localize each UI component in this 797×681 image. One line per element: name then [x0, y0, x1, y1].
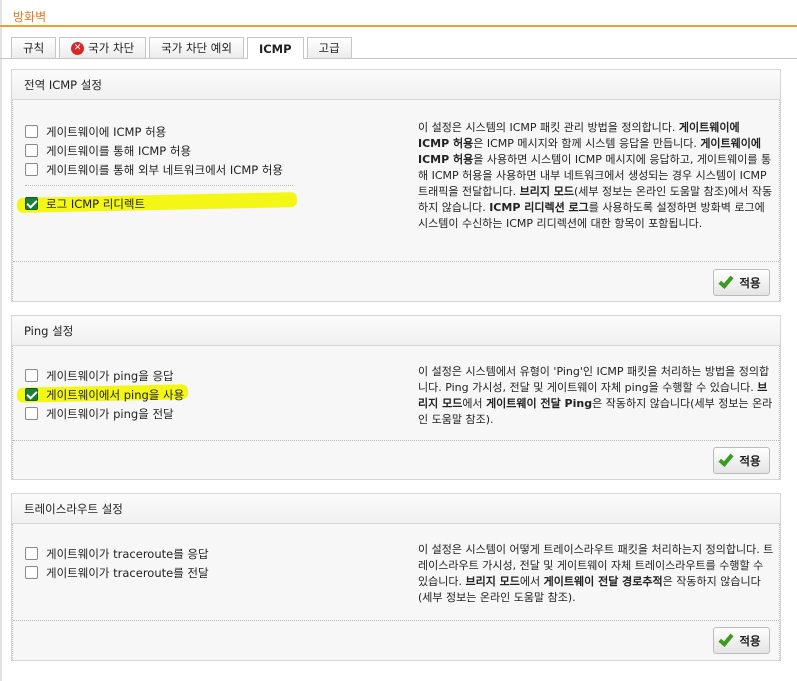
allow-icmp-through-gateway-option[interactable]: 게이트웨이를 통해 ICMP 허용: [25, 141, 293, 160]
traceroute-section: 트레이스라우트 설정 게이트웨이가 traceroute를 응답 게이트웨이가 …: [11, 493, 781, 661]
desc-bold: 게이트웨이 전달 Ping: [486, 397, 593, 410]
option-label: 게이트웨이를 통해 ICMP 허용: [46, 143, 192, 158]
option-label: 게이트웨이가 ping을 전달: [46, 406, 174, 421]
desc-text: 에서: [519, 575, 544, 588]
tab-label: 고급: [318, 41, 340, 55]
gateway-uses-ping-checkbox[interactable]: [25, 388, 38, 401]
icmp-options: 게이트웨이에 ICMP 허용 게이트웨이를 통해 ICMP 허용 게이트웨이를 …: [25, 122, 293, 213]
section-description: 이 설정은 시스템이 어떻게 트레이스라우트 패킷을 처리하는지 정의합니다. …: [418, 542, 774, 606]
body-divider: [13, 440, 779, 441]
apply-button[interactable]: 적용: [713, 627, 770, 654]
gateway-replies-ping-option[interactable]: 게이트웨이가 ping을 응답: [25, 366, 184, 385]
gateway-forwards-traceroute-checkbox[interactable]: [25, 566, 38, 579]
apply-label: 적용: [739, 275, 761, 290]
option-label: 게이트웨이를 통해 외부 네트워크에서 ICMP 허용: [46, 162, 283, 177]
desc-text: 에서: [462, 397, 487, 410]
gateway-uses-ping-option[interactable]: 게이트웨이에서 ping을 사용: [25, 385, 184, 404]
log-icmp-redirects-checkbox[interactable]: [25, 197, 38, 210]
desc-bold: 브리지 모드: [519, 185, 575, 198]
allow-icmp-from-external-checkbox[interactable]: [25, 163, 38, 176]
gateway-forwards-traceroute-option[interactable]: 게이트웨이가 traceroute를 전달: [25, 563, 209, 582]
desc-text: 이 설정은 시스템에서 유형이 'Ping'인 ICMP 패킷을 처리하는 방법…: [418, 365, 770, 394]
option-label: 게이트웨이가 ping을 응답: [46, 368, 174, 383]
log-icmp-redirects-option[interactable]: 로그 ICMP 리디렉트: [25, 194, 293, 213]
tab-country-block-exceptions[interactable]: 국가 차단 예외: [149, 37, 244, 58]
section-title: Ping 설정: [12, 316, 780, 346]
desc-text: 은 ICMP 메시지와 함께 시스템 응답을 만듭니다.: [473, 137, 701, 150]
checkmark-icon: [718, 630, 734, 647]
desc-text: 이 설정은 시스템의 ICMP 패킷 관리 방법을 정의합니다.: [418, 121, 679, 134]
checkmark-icon: [718, 272, 734, 289]
section-body: 게이트웨이에 ICMP 허용 게이트웨이를 통해 ICMP 허용 게이트웨이를 …: [12, 100, 780, 301]
left-border: [0, 0, 2, 681]
tab-bar: 규칙 ✕ 국가 차단 국가 차단 예외 ICMP 고급: [11, 37, 355, 59]
desc-bold: 게이트웨이 전달 경로추적: [543, 575, 663, 588]
allow-icmp-to-gateway-checkbox[interactable]: [25, 125, 38, 138]
option-label: 게이트웨이에서 ping을 사용: [46, 387, 185, 402]
gateway-forwards-ping-option[interactable]: 게이트웨이가 ping을 전달: [25, 404, 184, 423]
page-title: 방화벽: [13, 10, 47, 24]
tab-label: 국가 차단: [88, 41, 135, 55]
apply-label: 적용: [739, 633, 761, 648]
tab-advanced[interactable]: 고급: [306, 37, 352, 58]
ping-section: Ping 설정 게이트웨이가 ping을 응답 게이트웨이에서 ping을 사용…: [11, 315, 781, 480]
allow-icmp-from-external-option[interactable]: 게이트웨이를 통해 외부 네트워크에서 ICMP 허용: [25, 160, 293, 179]
tab-bar-divider: [0, 58, 797, 59]
body-divider: [13, 620, 779, 621]
section-description: 이 설정은 시스템에서 유형이 'Ping'인 ICMP 패킷을 처리하는 방법…: [418, 364, 774, 428]
ping-options: 게이트웨이가 ping을 응답 게이트웨이에서 ping을 사용 게이트웨이가 …: [25, 366, 184, 423]
traceroute-options: 게이트웨이가 traceroute를 응답 게이트웨이가 traceroute를…: [25, 544, 209, 582]
allow-icmp-through-gateway-checkbox[interactable]: [25, 144, 38, 157]
error-x-icon: ✕: [71, 41, 85, 55]
section-body: 게이트웨이가 ping을 응답 게이트웨이에서 ping을 사용 게이트웨이가 …: [12, 346, 780, 479]
section-body: 게이트웨이가 traceroute를 응답 게이트웨이가 traceroute를…: [12, 524, 780, 660]
tab-label: 국가 차단 예외: [161, 41, 232, 55]
gateway-replies-traceroute-option[interactable]: 게이트웨이가 traceroute를 응답: [25, 544, 209, 563]
global-icmp-section: 전역 ICMP 설정 게이트웨이에 ICMP 허용 게이트웨이를 통해 ICMP…: [11, 69, 781, 302]
tab-rules[interactable]: 규칙: [11, 37, 57, 58]
option-label: 게이트웨이가 traceroute를 전달: [46, 565, 209, 580]
allow-icmp-to-gateway-option[interactable]: 게이트웨이에 ICMP 허용: [25, 122, 293, 141]
option-label: 게이트웨이에 ICMP 허용: [46, 124, 167, 139]
title-divider: [0, 25, 797, 27]
gateway-forwards-ping-checkbox[interactable]: [25, 407, 38, 420]
apply-button[interactable]: 적용: [713, 447, 770, 474]
checkmark-icon: [718, 450, 734, 467]
tab-icmp[interactable]: ICMP: [246, 37, 304, 59]
options-divider: [25, 185, 293, 186]
apply-label: 적용: [739, 453, 761, 468]
tab-country-block[interactable]: ✕ 국가 차단: [59, 37, 147, 58]
gateway-replies-ping-checkbox[interactable]: [25, 369, 38, 382]
option-label: 게이트웨이가 traceroute를 응답: [46, 546, 209, 561]
desc-bold: ICMP 리디렉션 로그: [489, 201, 589, 214]
tab-label: 규칙: [23, 41, 45, 55]
gateway-replies-traceroute-checkbox[interactable]: [25, 547, 38, 560]
desc-bold: 브리지 모드: [465, 575, 520, 588]
section-title: 트레이스라우트 설정: [12, 494, 780, 524]
section-description: 이 설정은 시스템의 ICMP 패킷 관리 방법을 정의합니다. 게이트웨이에 …: [418, 120, 774, 232]
tab-label: ICMP: [258, 41, 292, 56]
body-divider: [13, 261, 779, 262]
apply-button[interactable]: 적용: [713, 269, 770, 296]
section-title: 전역 ICMP 설정: [12, 70, 780, 100]
option-label: 로그 ICMP 리디렉트: [46, 196, 146, 211]
